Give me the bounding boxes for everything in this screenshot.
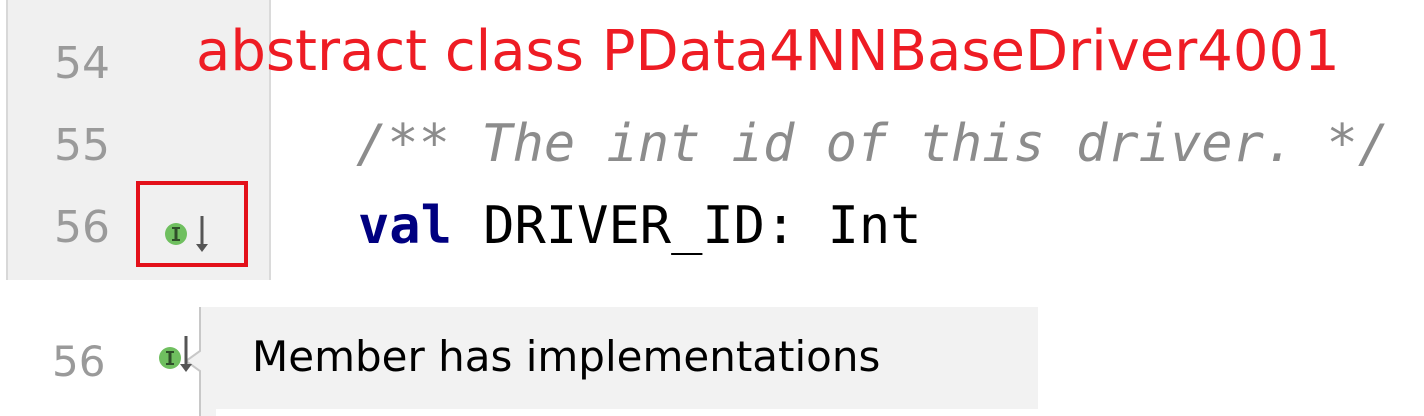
line-number-54: 54 [54,38,110,89]
code-editor-screenshot: 54 55 56 abstract class PData4NNBaseDriv… [0,0,1424,416]
class-declaration-line[interactable]: abstract class PData4NNBaseDriver4001 [196,24,1340,80]
tooltip-text: Member has implementations [252,332,881,381]
property-declaration-line[interactable]: val DRIVER_ID: Int [358,200,922,252]
line-number-56: 56 [54,202,110,253]
property-signature: DRIVER_ID: Int [451,196,922,256]
keyword-val: val [358,196,452,256]
implemented-member-icon[interactable] [164,214,220,254]
line-number-55: 55 [54,120,110,171]
implemented-member-icon [159,336,192,372]
doc-comment-line[interactable]: /** The int id of this driver. */ [356,118,1389,170]
tooltip-line-number: 56 [52,337,106,386]
